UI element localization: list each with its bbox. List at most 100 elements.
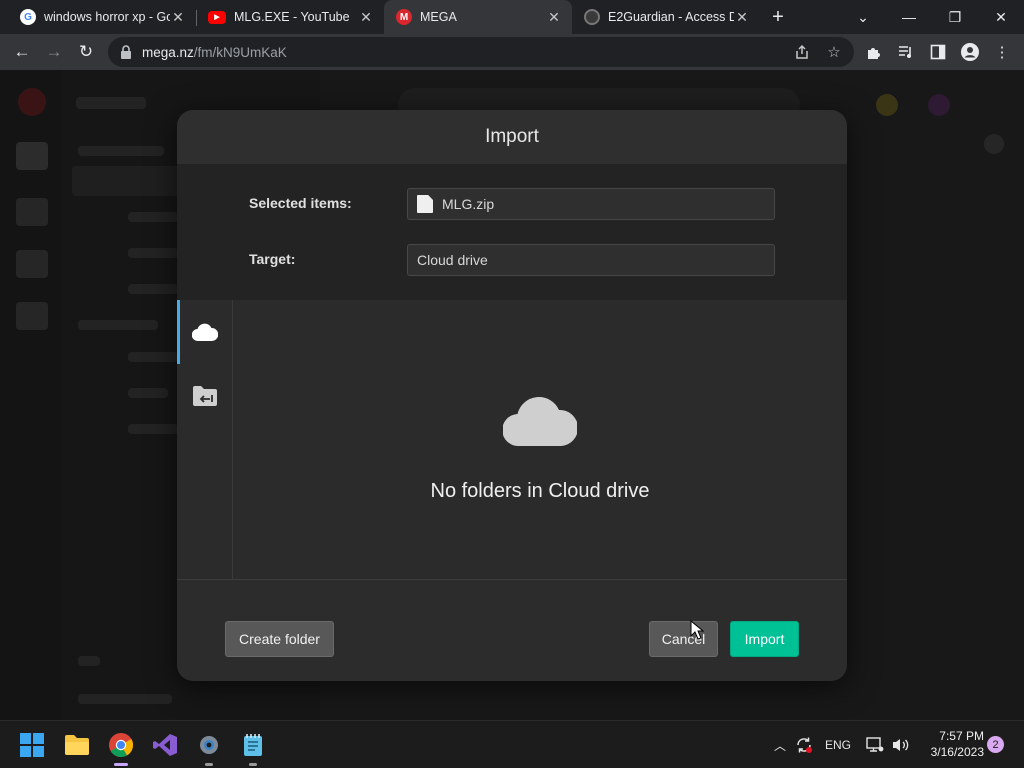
running-app-indicator (205, 763, 213, 766)
google-icon: G (20, 9, 36, 25)
windows-taskbar: ︿ ENG 7:57 PM 3/16/2023 (0, 720, 1024, 768)
close-tab-icon[interactable]: ✕ (546, 9, 562, 26)
mega-view-toggle-icon (984, 134, 1004, 154)
import-dialog: Import Selected items: MLG.zip Target: C… (177, 110, 847, 681)
target-field[interactable]: Cloud drive (407, 244, 775, 276)
e2guardian-icon (584, 9, 600, 25)
visual-studio-icon (153, 734, 177, 756)
tab-google-search[interactable]: G windows horror xp - Go ✕ (8, 0, 196, 34)
chat-rail-icon (16, 250, 48, 278)
sidebar-item (128, 352, 178, 362)
import-button[interactable]: Import (730, 621, 799, 657)
show-hidden-icons-chevron-icon[interactable]: ︿ (770, 721, 790, 768)
cancel-button[interactable]: Cancel (649, 621, 718, 657)
notepad-icon (244, 734, 262, 756)
mega-account-avatar (928, 94, 950, 116)
photos-rail-icon (16, 198, 48, 226)
file-explorer-icon (65, 735, 89, 755)
sync-status-icon[interactable] (794, 721, 814, 768)
close-window-icon[interactable]: ✕ (978, 0, 1024, 34)
chrome-icon (109, 733, 133, 757)
tab-e2guardian[interactable]: E2Guardian - Access De ✕ (572, 0, 760, 34)
taskbar-notepad[interactable] (237, 729, 269, 766)
input-language[interactable]: ENG (822, 721, 854, 768)
forward-icon[interactable]: → (42, 40, 66, 64)
reload-icon[interactable]: ↻ (74, 40, 98, 64)
empty-folder-state: No folders in Cloud drive (233, 300, 847, 580)
selected-items-label: Selected items: (249, 195, 352, 211)
sidebar-item (128, 424, 178, 434)
sidebar-header (76, 97, 146, 109)
dialog-title: Import (177, 110, 847, 164)
extensions-icon[interactable] (862, 40, 886, 64)
back-icon[interactable]: ← (10, 40, 34, 64)
active-app-indicator (114, 763, 128, 766)
empty-cloud-icon (503, 397, 577, 446)
backups-rail-icon (16, 302, 48, 330)
mouse-cursor-icon (690, 620, 704, 640)
tab-search-icon[interactable]: ⌄ (840, 0, 886, 34)
address-bar[interactable]: mega.nz/fm/kN9UmKaK (108, 37, 854, 67)
cloud-drive-rail-icon (16, 142, 48, 170)
target-label: Target: (249, 251, 296, 267)
taskbar-settings[interactable] (193, 729, 225, 766)
sidebar-section-label (78, 320, 158, 330)
mega-logo-icon (18, 88, 46, 116)
folder-source-tabs (177, 300, 233, 580)
start-button[interactable] (16, 729, 48, 761)
bookmark-star-icon[interactable]: ☆ (823, 41, 845, 63)
close-tab-icon[interactable]: ✕ (734, 9, 750, 26)
tab-title: MLG.EXE - YouTube (234, 10, 350, 24)
selected-items-field: MLG.zip (407, 188, 775, 220)
taskbar-visual-studio[interactable] (149, 729, 181, 761)
tab-title: E2Guardian - Access De (608, 10, 734, 24)
sidebar-footer-label (78, 694, 172, 704)
taskbar-chrome[interactable] (105, 729, 137, 766)
sidebar-item (128, 388, 168, 398)
file-icon (417, 195, 433, 213)
notification-badge[interactable]: 2 (987, 736, 1004, 753)
volume-icon[interactable] (890, 721, 912, 768)
media-queue-icon[interactable] (894, 40, 918, 64)
sidebar-item (128, 284, 178, 294)
selected-file-name: MLG.zip (442, 196, 495, 212)
minimize-icon[interactable]: — (886, 0, 932, 34)
browser-toolbar: ← → ↻ mega.nz/fm/kN9UmKaK ☆ ⋮ (0, 34, 1024, 70)
import-details: Selected items: MLG.zip Target: Cloud dr… (177, 164, 847, 300)
new-tab-icon[interactable]: + (766, 5, 790, 29)
tab-strip: G windows horror xp - Go ✕ ▶ MLG.EXE - Y… (0, 0, 1024, 34)
cloud-icon (192, 323, 218, 341)
target-value: Cloud drive (417, 252, 488, 268)
url-host: mega.nz (142, 44, 194, 60)
sidebar-item (128, 212, 178, 222)
tab-title: MEGA (420, 10, 457, 24)
url-path: /fm/kN9UmKaK (193, 44, 287, 60)
folder-browser: No folders in Cloud drive (177, 300, 847, 580)
create-folder-button[interactable]: Create folder (225, 621, 334, 657)
running-app-indicator (249, 763, 257, 766)
mega-notification-icon (876, 94, 898, 116)
windows-logo-icon (20, 733, 44, 757)
share-icon[interactable] (791, 41, 813, 63)
taskbar-clock[interactable]: 7:57 PM 3/16/2023 (912, 728, 984, 760)
side-panel-icon[interactable] (926, 40, 950, 64)
tab-mega[interactable]: M MEGA ✕ (384, 0, 572, 34)
chrome-menu-icon[interactable]: ⋮ (990, 40, 1014, 64)
close-tab-icon[interactable]: ✕ (358, 9, 374, 26)
close-tab-icon[interactable]: ✕ (170, 9, 186, 26)
profile-avatar-icon[interactable] (958, 40, 982, 64)
clock-time: 7:57 PM (939, 729, 984, 743)
lock-icon (120, 45, 134, 59)
sidebar-footer-label (78, 656, 100, 666)
restore-icon[interactable]: ❐ (932, 0, 978, 34)
clock-date: 3/16/2023 (930, 745, 984, 759)
youtube-icon: ▶ (208, 10, 226, 24)
tab-title: windows horror xp - Go (44, 10, 170, 24)
tab-incoming-shares[interactable] (177, 364, 233, 428)
tab-youtube[interactable]: ▶ MLG.EXE - YouTube ✕ (196, 0, 384, 34)
sidebar-item (128, 248, 178, 258)
tab-cloud-drive[interactable] (177, 300, 233, 364)
network-icon[interactable] (864, 721, 886, 768)
taskbar-file-explorer[interactable] (61, 729, 93, 761)
settings-gear-icon (200, 736, 218, 754)
